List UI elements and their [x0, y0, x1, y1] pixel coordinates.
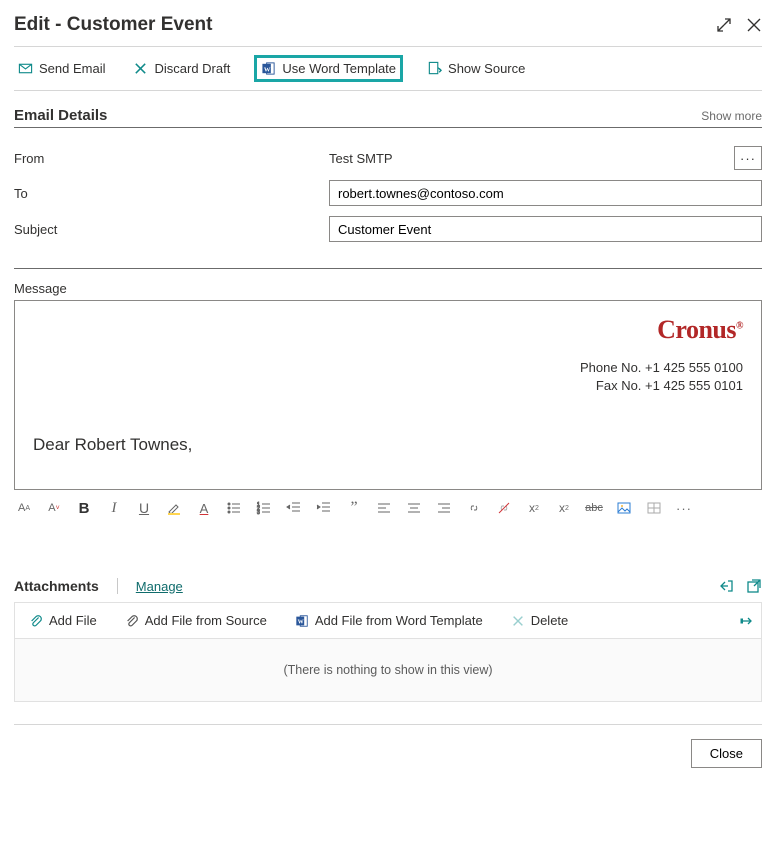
add-file-button[interactable]: Add File: [21, 607, 105, 634]
paperclip-icon: [29, 614, 43, 628]
italic-button[interactable]: I: [106, 500, 122, 516]
add-file-from-word-template-button[interactable]: W Add File from Word Template: [287, 607, 491, 634]
greeting-line: Dear Robert Townes,: [33, 435, 743, 455]
page-title: Edit - Customer Event: [14, 14, 212, 36]
divider: [117, 578, 118, 594]
align-left-button[interactable]: [376, 500, 392, 516]
show-source-button[interactable]: Show Source: [423, 58, 529, 79]
attachments-toolbar: Add File Add File from Source W Add File…: [14, 602, 762, 639]
word-template-icon: W: [261, 61, 276, 76]
message-editor[interactable]: Cronus® Phone No. +1 425 555 0100 Fax No…: [14, 300, 762, 490]
delete-label: Delete: [531, 613, 569, 628]
close-icon[interactable]: [746, 17, 762, 33]
strikethrough-button[interactable]: abc: [586, 500, 602, 516]
from-value: Test SMTP: [329, 151, 393, 166]
from-label: From: [14, 151, 329, 166]
bold-button[interactable]: B: [76, 500, 92, 516]
discard-draft-label: Discard Draft: [154, 61, 230, 76]
more-options-button[interactable]: ···: [676, 500, 692, 516]
svg-text:W: W: [297, 619, 304, 625]
unlink-button[interactable]: [496, 500, 512, 516]
subject-label: Subject: [14, 222, 329, 237]
use-word-template-label: Use Word Template: [282, 61, 396, 76]
show-source-label: Show Source: [448, 61, 525, 76]
paperclip-icon: [125, 614, 139, 628]
highlight-button[interactable]: [166, 500, 182, 516]
delete-icon: [511, 614, 525, 628]
subscript-button[interactable]: x2: [556, 500, 572, 516]
share-icon[interactable]: [718, 578, 734, 594]
superscript-button[interactable]: x2: [526, 500, 542, 516]
close-button[interactable]: Close: [691, 739, 762, 768]
popout-icon[interactable]: [746, 578, 762, 594]
action-toolbar: Send Email Discard Draft W Use Word Temp…: [14, 46, 762, 91]
align-right-button[interactable]: [436, 500, 452, 516]
show-more-link[interactable]: Show more: [701, 109, 762, 123]
bullet-list-button[interactable]: [226, 500, 242, 516]
delete-attachment-button[interactable]: Delete: [503, 607, 577, 634]
indent-button[interactable]: [316, 500, 332, 516]
add-file-from-source-button[interactable]: Add File from Source: [117, 607, 275, 634]
font-shrink-icon[interactable]: A˅: [46, 500, 62, 516]
attachments-title: Attachments: [14, 578, 99, 594]
quote-button[interactable]: ”: [346, 500, 362, 516]
show-source-icon: [427, 61, 442, 76]
insert-table-button[interactable]: [646, 500, 662, 516]
underline-button[interactable]: U: [136, 500, 152, 516]
svg-text:W: W: [264, 66, 271, 73]
word-template-icon: W: [295, 614, 309, 628]
to-label: To: [14, 186, 329, 201]
section-title-email-details: Email Details: [14, 107, 107, 124]
number-list-button[interactable]: 123: [256, 500, 272, 516]
expand-icon[interactable]: [716, 17, 732, 33]
insert-image-button[interactable]: [616, 500, 632, 516]
link-button[interactable]: [466, 500, 482, 516]
pin-icon[interactable]: [739, 613, 755, 629]
subject-input[interactable]: [329, 216, 762, 242]
send-email-icon: [18, 61, 33, 76]
from-ellipsis-button[interactable]: ···: [734, 146, 762, 170]
fax-line: Fax No. +1 425 555 0101: [33, 377, 743, 395]
discard-icon: [133, 61, 148, 76]
phone-line: Phone No. +1 425 555 0100: [33, 359, 743, 377]
add-file-label: Add File: [49, 613, 97, 628]
discard-draft-button[interactable]: Discard Draft: [129, 58, 234, 79]
rte-toolbar: AA A˅ B I U A 123 ” x2 x2 abc ···: [14, 490, 762, 522]
add-file-from-word-label: Add File from Word Template: [315, 613, 483, 628]
send-email-label: Send Email: [39, 61, 105, 76]
use-word-template-button[interactable]: W Use Word Template: [254, 55, 403, 82]
brand-logo-text: Cronus: [657, 315, 736, 344]
send-email-button[interactable]: Send Email: [14, 58, 109, 79]
to-input[interactable]: [329, 180, 762, 206]
align-center-button[interactable]: [406, 500, 422, 516]
outdent-button[interactable]: [286, 500, 302, 516]
brand-logo-mark: ®: [736, 320, 743, 331]
brand-logo: Cronus®: [657, 315, 743, 344]
svg-text:3: 3: [257, 510, 260, 516]
font-grow-icon[interactable]: AA: [16, 500, 32, 516]
add-file-from-source-label: Add File from Source: [145, 613, 267, 628]
attachments-empty-text: (There is nothing to show in this view): [15, 663, 761, 677]
manage-link[interactable]: Manage: [136, 579, 183, 594]
font-color-button[interactable]: A: [196, 500, 212, 516]
message-label: Message: [14, 281, 762, 296]
